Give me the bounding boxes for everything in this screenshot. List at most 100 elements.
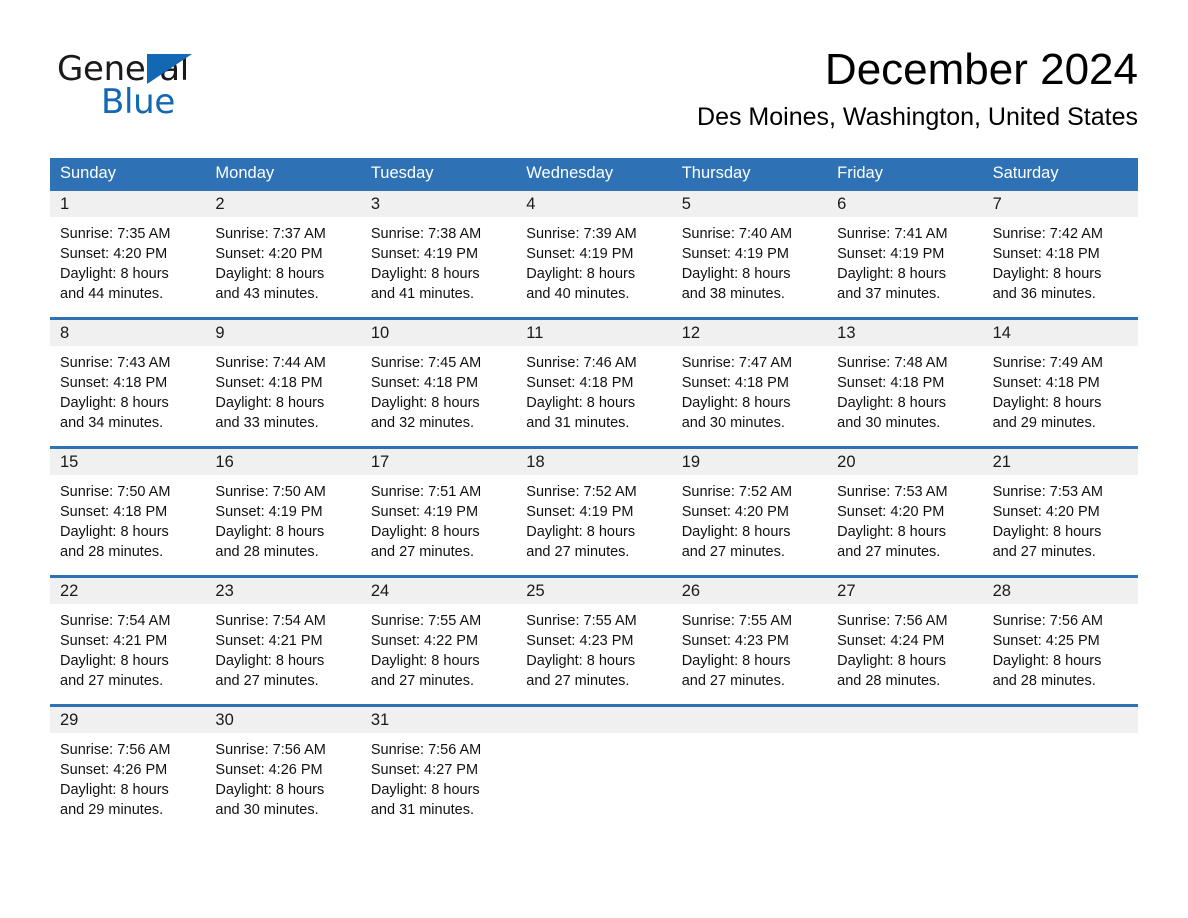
calendar-day-cell[interactable]: 19 Sunrise: 7:52 AM Sunset: 4:20 PM Dayligh… xyxy=(671,449,828,564)
sunrise-text: Sunrise: 7:41 AM xyxy=(837,226,948,242)
sunset-text: Sunset: 4:23 PM xyxy=(526,633,634,649)
sunset-text: Sunset: 4:26 PM xyxy=(215,762,323,778)
calendar-day-cell[interactable]: 23 Sunrise: 7:54 AM Sunset: 4:21 PM Dayligh… xyxy=(205,578,361,693)
daylight-text-line1: Daylight: 8 hours xyxy=(215,266,325,282)
day-number: 11 xyxy=(516,320,672,346)
daylight-text-line1: Daylight: 8 hours xyxy=(681,524,791,540)
calendar-day-cell[interactable]: 8 Sunrise: 7:43 AM Sunset: 4:18 PM Daylight… xyxy=(50,320,206,435)
sunset-text: Sunset: 4:18 PM xyxy=(370,375,479,391)
calendar-day-cell[interactable]: 4 Sunrise: 7:39 AM Sunset: 4:19 PM Daylight… xyxy=(516,191,672,306)
daylight-text-line1: Daylight: 8 hours xyxy=(992,653,1102,669)
sunrise-text: Sunrise: 7:56 AM xyxy=(370,742,482,758)
daylight-text-line2: and 43 minutes. xyxy=(215,286,319,302)
sunrise-text: Sunrise: 7:53 AM xyxy=(837,484,948,500)
calendar-day-cell[interactable]: 16 Sunrise: 7:50 AM Sunset: 4:19 PM Dayligh… xyxy=(205,449,361,564)
day-info: Sunrise: 7:56 AM Sunset: 4:26 PM Daylight:… xyxy=(205,733,360,820)
calendar-day-cell[interactable]: 18 Sunrise: 7:52 AM Sunset: 4:19 PM Dayligh… xyxy=(516,449,672,564)
calendar-day-cell[interactable]: 15 Sunrise: 7:50 AM Sunset: 4:18 PM Dayligh… xyxy=(50,449,206,564)
day-info: Sunrise: 7:39 AM Sunset: 4:19 PM Daylight:… xyxy=(516,217,671,304)
daylight-text-line1: Daylight: 8 hours xyxy=(681,653,791,669)
calendar-day-cell[interactable]: 25 Sunrise: 7:55 AM Sunset: 4:23 PM Dayligh… xyxy=(516,578,672,693)
calendar-day-cell[interactable]: 5 Sunrise: 7:40 AM Sunset: 4:19 PM Daylight… xyxy=(671,191,828,306)
sunrise-text: Sunrise: 7:50 AM xyxy=(60,484,171,500)
calendar-day-cell[interactable]: 13 Sunrise: 7:48 AM Sunset: 4:18 PM Dayligh… xyxy=(827,320,983,435)
calendar-day-cell[interactable]: 24 Sunrise: 7:55 AM Sunset: 4:22 PM Dayligh… xyxy=(360,578,517,693)
calendar-day-cell[interactable]: 14 Sunrise: 7:49 AM Sunset: 4:18 PM Dayligh… xyxy=(982,320,1138,435)
calendar-day-cell[interactable]: 12 Sunrise: 7:47 AM Sunset: 4:18 PM Dayligh… xyxy=(671,320,828,435)
daylight-text-line2: and 27 minutes. xyxy=(526,673,630,689)
day-number: 7 xyxy=(982,191,1138,217)
sunset-text: Sunset: 4:22 PM xyxy=(370,633,479,649)
daylight-text-line1: Daylight: 8 hours xyxy=(837,524,946,540)
page-title: December 2024 xyxy=(824,45,1138,94)
calendar-week-row: 15 Sunrise: 7:50 AM Sunset: 4:18 PM Dayligh… xyxy=(50,446,1138,564)
calendar-day-cell[interactable]: 30 Sunrise: 7:56 AM Sunset: 4:26 PM Dayligh… xyxy=(205,707,361,822)
day-info: Sunrise: 7:37 AM Sunset: 4:20 PM Daylight:… xyxy=(205,217,360,304)
sunrise-text: Sunrise: 7:48 AM xyxy=(837,355,948,371)
calendar-day-cell[interactable]: 6 Sunrise: 7:41 AM Sunset: 4:19 PM Daylight… xyxy=(827,191,983,306)
calendar-page: General Blue December 2024 Des Moines, W… xyxy=(0,0,1188,918)
sunrise-text: Sunrise: 7:54 AM xyxy=(60,613,171,629)
calendar-day-cell[interactable]: 17 Sunrise: 7:51 AM Sunset: 4:19 PM Dayligh… xyxy=(360,449,517,564)
calendar-day-cell[interactable]: 10 Sunrise: 7:45 AM Sunset: 4:18 PM Dayligh… xyxy=(360,320,517,435)
daylight-text-line1: Daylight: 8 hours xyxy=(60,266,169,282)
day-number: 14 xyxy=(982,320,1138,346)
day-number: 4 xyxy=(516,191,672,217)
sunset-text: Sunset: 4:18 PM xyxy=(837,375,945,391)
sunset-text: Sunset: 4:19 PM xyxy=(681,246,789,262)
calendar-day-cell[interactable]: 9 Sunrise: 7:44 AM Sunset: 4:18 PM Daylight… xyxy=(205,320,361,435)
sunrise-text: Sunrise: 7:50 AM xyxy=(215,484,326,500)
daylight-text-line2: and 27 minutes. xyxy=(837,544,941,560)
sunset-text: Sunset: 4:19 PM xyxy=(370,504,479,520)
calendar-day-cell[interactable]: 7 Sunrise: 7:42 AM Sunset: 4:18 PM Daylight… xyxy=(982,191,1138,306)
sunset-text: Sunset: 4:18 PM xyxy=(992,246,1100,262)
calendar-day-cell[interactable]: 29 Sunrise: 7:56 AM Sunset: 4:26 PM Dayligh… xyxy=(50,707,206,822)
day-info: Sunrise: 7:38 AM Sunset: 4:19 PM Daylight:… xyxy=(361,217,516,304)
sunset-text: Sunset: 4:20 PM xyxy=(60,246,168,262)
calendar-day-cell[interactable]: 21 Sunrise: 7:53 AM Sunset: 4:20 PM Dayligh… xyxy=(982,449,1138,564)
calendar-day-cell[interactable]: 27 Sunrise: 7:56 AM Sunset: 4:24 PM Dayligh… xyxy=(827,578,983,693)
calendar-day-cell[interactable]: 11 Sunrise: 7:46 AM Sunset: 4:18 PM Dayligh… xyxy=(516,320,672,435)
daylight-text-line1: Daylight: 8 hours xyxy=(526,653,636,669)
day-number: 16 xyxy=(205,449,361,475)
sunrise-text: Sunrise: 7:52 AM xyxy=(681,484,793,500)
calendar-day-cell[interactable]: 31 Sunrise: 7:56 AM Sunset: 4:27 PM Dayligh… xyxy=(360,707,517,822)
day-number: 22 xyxy=(50,578,206,604)
calendar-week-row: 22 Sunrise: 7:54 AM Sunset: 4:21 PM Dayligh… xyxy=(50,575,1138,693)
daylight-text-line2: and 30 minutes. xyxy=(215,802,319,818)
calendar-day-cell[interactable]: 2 Sunrise: 7:37 AM Sunset: 4:20 PM Daylight… xyxy=(205,191,361,306)
sunset-text: Sunset: 4:25 PM xyxy=(992,633,1100,649)
calendar-day-cell[interactable]: 3 Sunrise: 7:38 AM Sunset: 4:19 PM Daylight… xyxy=(360,191,517,306)
sunrise-text: Sunrise: 7:52 AM xyxy=(526,484,637,500)
day-number: 8 xyxy=(50,320,206,346)
calendar-day-cell[interactable]: 26 Sunrise: 7:55 AM Sunset: 4:23 PM Dayligh… xyxy=(671,578,828,693)
calendar-day-cell[interactable]: 28 Sunrise: 7:56 AM Sunset: 4:25 PM Dayligh… xyxy=(982,578,1138,693)
day-info: Sunrise: 7:42 AM Sunset: 4:18 PM Daylight:… xyxy=(983,217,1138,304)
calendar-day-cell[interactable]: 22 Sunrise: 7:54 AM Sunset: 4:21 PM Dayligh… xyxy=(50,578,206,693)
sunrise-text: Sunrise: 7:51 AM xyxy=(370,484,482,500)
sunset-text: Sunset: 4:21 PM xyxy=(215,633,323,649)
daylight-text-line1: Daylight: 8 hours xyxy=(370,524,480,540)
general-blue-logo[interactable]: General Blue xyxy=(57,52,317,122)
day-info xyxy=(672,733,827,740)
daylight-text-line2: and 34 minutes. xyxy=(60,415,164,431)
day-info: Sunrise: 7:46 AM Sunset: 4:18 PM Daylight:… xyxy=(516,346,671,433)
day-number: 29 xyxy=(50,707,206,733)
day-number: 17 xyxy=(360,449,517,475)
sunset-text: Sunset: 4:24 PM xyxy=(837,633,945,649)
day-info: Sunrise: 7:53 AM Sunset: 4:20 PM Daylight:… xyxy=(827,475,982,562)
daylight-text-line2: and 27 minutes. xyxy=(681,544,785,560)
daylight-text-line2: and 28 minutes. xyxy=(60,544,164,560)
day-number: 24 xyxy=(360,578,517,604)
sunrise-text: Sunrise: 7:56 AM xyxy=(60,742,171,758)
triangle-logo-icon xyxy=(147,54,192,84)
daylight-text-line2: and 40 minutes. xyxy=(526,286,630,302)
calendar-day-cell[interactable]: 1 Sunrise: 7:35 AM Sunset: 4:20 PM Daylight… xyxy=(50,191,206,306)
daylight-text-line2: and 38 minutes. xyxy=(681,286,785,302)
sunrise-text: Sunrise: 7:55 AM xyxy=(370,613,482,629)
daylight-text-line2: and 27 minutes. xyxy=(526,544,630,560)
sunrise-text: Sunrise: 7:44 AM xyxy=(215,355,326,371)
calendar-day-cell[interactable]: 20 Sunrise: 7:53 AM Sunset: 4:20 PM Dayligh… xyxy=(827,449,983,564)
day-number: 12 xyxy=(671,320,828,346)
weekday-header-monday: Monday xyxy=(215,164,275,182)
